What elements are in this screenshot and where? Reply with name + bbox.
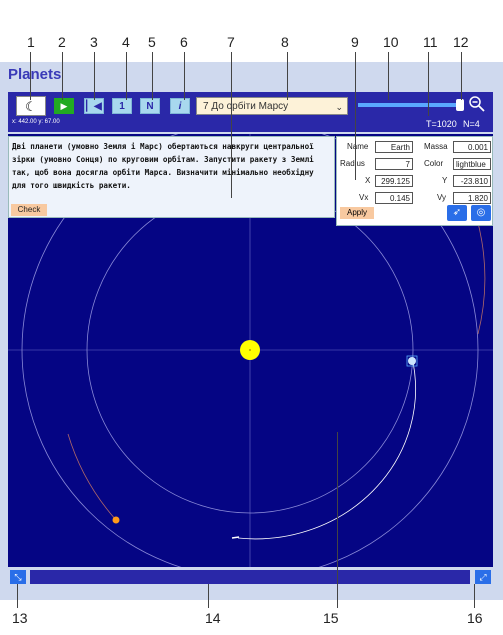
callout-line-16 (474, 584, 475, 608)
rocket-icon[interactable]: ➶ (447, 205, 467, 221)
callout-14: 14 (205, 610, 221, 626)
callout-4: 4 (122, 34, 130, 50)
callout-6: 6 (180, 34, 188, 50)
status-strip[interactable] (30, 570, 470, 584)
callout-line-2 (62, 52, 63, 100)
massa-label: Massa (424, 142, 448, 151)
play-button[interactable]: ▶ (54, 98, 74, 114)
info-button[interactable]: i (170, 98, 190, 114)
earth (408, 357, 416, 365)
callout-15: 15 (323, 610, 339, 626)
callout-line-9 (355, 52, 356, 180)
scenario-selected: 7 До орбіти Марсу (203, 101, 289, 112)
callout-line-8 (287, 52, 288, 100)
app-window: Planets ☾ ▶ ▏◀ 1 N i x: 442.00 y: 67.00 … (0, 62, 503, 600)
radius-field[interactable]: 7 (375, 158, 413, 170)
expand-icon[interactable]: ⤡ (10, 570, 26, 584)
callout-line-11 (428, 52, 429, 116)
massa-field[interactable]: 0.001 (453, 141, 491, 153)
task-description: Дві планети (умовно Земля і Марс) оберта… (12, 142, 314, 190)
toolbar: ☾ ▶ ▏◀ 1 N i x: 442.00 y: 67.00 7 До орб… (8, 92, 493, 132)
callout-1: 1 (27, 34, 35, 50)
properties-panel: Name Earth Massa 0.001 Radius 7 Color li… (336, 136, 493, 226)
x-label: X (365, 176, 371, 185)
moon-stars-icon[interactable]: ☾ (16, 96, 46, 116)
chevron-down-icon: ⌄ (335, 102, 343, 112)
vx-field[interactable]: 0.145 (375, 192, 413, 204)
callout-line-13 (17, 584, 18, 608)
callout-line-4 (126, 52, 127, 100)
callout-8: 8 (281, 34, 289, 50)
callout-7: 7 (227, 34, 235, 50)
callout-line-7 (231, 52, 232, 198)
vy-field[interactable]: 1.820 (453, 192, 491, 204)
callout-line-15 (337, 432, 338, 608)
speed-slider-track[interactable] (358, 103, 460, 107)
step-one-button[interactable]: 1 (112, 98, 132, 114)
time-readout: T=1020 (426, 119, 457, 129)
check-button[interactable]: Check (11, 204, 47, 216)
radius-label: Radius (340, 159, 365, 168)
cursor-coords: x: 442.00 y: 67.00 (12, 119, 60, 125)
callout-line-3 (94, 52, 95, 100)
callout-line-5 (152, 52, 153, 100)
scenario-select[interactable]: 7 До орбіти Марсу ⌄ (196, 97, 348, 115)
callout-13: 13 (12, 610, 28, 626)
color-field[interactable]: lightblue (453, 158, 491, 170)
callout-line-12 (461, 52, 462, 100)
callout-12: 12 (453, 34, 469, 50)
status-bar: ⤡ ⤢ (8, 568, 493, 584)
sun-center (249, 349, 251, 351)
y-label: Y (442, 176, 448, 185)
vy-label: Vy (437, 193, 447, 202)
callout-3: 3 (90, 34, 98, 50)
callout-9: 9 (351, 34, 359, 50)
step-back-button[interactable]: ▏◀ (84, 98, 104, 114)
callout-10: 10 (383, 34, 399, 50)
app-title: Planets (8, 66, 62, 83)
mars-trail-lower (67, 433, 117, 521)
callout-16: 16 (467, 610, 483, 626)
step-n-button[interactable]: N (140, 98, 160, 114)
apply-button[interactable]: Apply (340, 207, 374, 219)
callout-line-10 (388, 52, 389, 100)
mars (112, 516, 120, 524)
x-field[interactable]: 299.125 (375, 175, 413, 187)
name-field[interactable]: Earth (375, 141, 413, 153)
n-readout: N=4 (463, 119, 480, 129)
task-panel: Дві планети (умовно Земля і Марс) оберта… (8, 136, 335, 218)
callout-5: 5 (148, 34, 156, 50)
callout-line-6 (184, 52, 185, 100)
name-label: Name (347, 142, 369, 151)
collapse-icon[interactable]: ⤢ (475, 570, 491, 584)
speed-slider-thumb[interactable] (456, 99, 464, 111)
callout-2: 2 (58, 34, 66, 50)
color-label: Color (424, 159, 444, 168)
callout-line-1 (30, 52, 31, 100)
callout-line-14 (208, 584, 209, 608)
target-icon[interactable]: ◎ (471, 205, 491, 221)
rocket (231, 536, 240, 539)
y-field[interactable]: -23.810 (453, 175, 491, 187)
vx-label: Vx (359, 193, 369, 202)
zoom-out-icon[interactable] (468, 95, 486, 113)
callout-11: 11 (423, 34, 438, 50)
